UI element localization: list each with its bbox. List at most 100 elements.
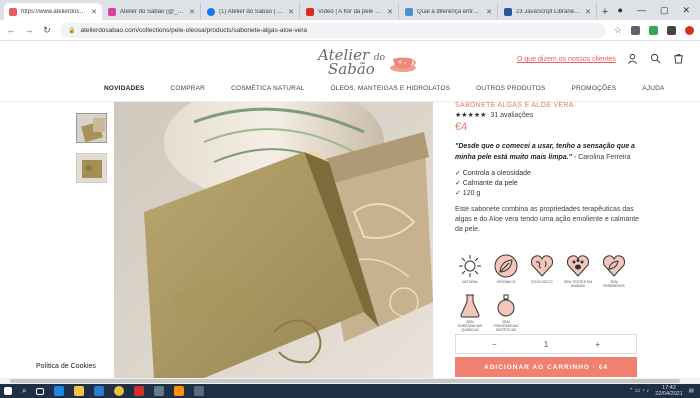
account-icon[interactable]: ● [618,5,623,15]
minimize-button[interactable]: — [637,5,646,15]
main-menu: NOVIDADES COMPRAR COSMÉTICA NATURAL ÓLEO… [0,85,700,101]
url-field[interactable]: 🔒 atelierdosabao.com/collections/pele-ol… [60,22,606,38]
perfume-icon [497,294,515,317]
tab-title: Vídeo | A flor da pele 5 mar... [318,8,383,15]
clock[interactable]: 17:42 22/04/2021 [655,385,683,397]
product-thumbnail[interactable] [76,113,107,143]
browser-tab[interactable]: Atelier do Sabão (@_atelier... ✕ [103,3,201,20]
address-bar-row: ← → ↻ 🔒 atelierdosabao.com/collections/p… [0,20,700,41]
close-tab-icon[interactable]: ✕ [387,8,393,16]
forward-arrow-icon[interactable]: → [24,25,34,35]
testimonials-link[interactable]: O que dizem os nossos clientes [517,56,616,63]
close-tab-icon[interactable]: ✕ [486,8,492,16]
quantity-increase-button[interactable]: + [595,340,600,349]
badge-label: NATURAL [461,280,479,284]
search-icon[interactable] [650,53,661,67]
scrollbar-thumb[interactable] [10,379,680,383]
extensions: ☆ [614,25,694,36]
cart-icon[interactable] [673,53,684,67]
close-tab-icon[interactable]: ✕ [585,8,591,16]
menu-item-novidades[interactable]: NOVIDADES [104,85,144,101]
app-icon[interactable] [194,386,205,396]
close-tab-icon[interactable]: ✕ [91,8,97,16]
chrome-icon[interactable] [114,386,125,396]
product-thumbnail[interactable] [76,153,107,183]
badge-label: SEM TESTES EM ANIMAIS [563,280,593,288]
task-view-icon[interactable] [36,387,45,395]
clock-date: 22/04/2021 [655,391,683,397]
quantity-decrease-button[interactable]: − [492,340,497,349]
product-title: SABONETE ALGAS E ALOE VERA [455,102,574,109]
menu-item-cosmetica[interactable]: COSMÉTICA NATURAL [231,85,304,101]
badge-sem-fragrancias: SEM FRAGRÂNCIAS SINTÉTICAS [491,293,521,332]
maximize-button[interactable]: ▢ [660,5,669,16]
review-count: 31 avaliações [490,111,534,119]
product-price: €4 [455,121,468,133]
browser-tab[interactable]: https://www.atelierdosabao.com ✕ [4,3,102,20]
account-icon[interactable] [627,53,638,67]
wave-icon [405,7,413,16]
feature-item: ✓ Controla a oleosidade [455,170,531,177]
browser-tab[interactable]: (1) Atelier do Sabão | Facebook ✕ [202,3,300,20]
close-window-button[interactable]: ✕ [682,5,690,16]
new-tab-button[interactable]: + [598,3,612,20]
window-controls: ● — ▢ ✕ [618,0,700,20]
flask-icon [460,294,480,318]
illustrator-icon[interactable] [174,386,185,396]
tray-icons[interactable]: ⌃ ▭ ◔ ♪ [629,388,649,394]
browser-tab[interactable]: Vídeo | A flor da pele 5 mar... ✕ [301,3,399,20]
feature-item: ✓ Calmante da pele [455,180,518,187]
file-explorer-icon[interactable] [74,386,85,396]
badge-label: ORGÂNICO [496,280,516,284]
reload-icon[interactable]: ↻ [42,25,52,36]
search-icon[interactable]: ⌕ [22,386,26,396]
notifications-icon[interactable]: ▤ [689,388,694,394]
quantity-value[interactable]: 1 [544,340,548,349]
tab-title: Qual a diferença entre tipos... [417,8,482,15]
extension-icon[interactable] [649,25,658,35]
video-icon [306,7,314,16]
quantity-stepper: − 1 + [455,334,637,354]
profile-avatar[interactable] [685,25,694,35]
badge-label: SEM SUBSTÂNCIAS QUÍMICAS [457,320,483,332]
badge-sem-parabenos: SEM PARABÉNOS [599,253,629,288]
extension-icon[interactable] [667,25,676,35]
soap-photo [114,102,433,378]
menu-item-outros[interactable]: OUTROS PRODUTOS [476,85,545,101]
product-features: ✓ Controla a oleosidade ✓ Calmante da pe… [455,169,655,199]
badge-organico: ORGÂNICO [491,253,521,284]
cookie-policy-link[interactable]: Política de Cookies [36,363,96,370]
site-header: Atelier do Sabão O que dizem os nossos c… [0,41,700,85]
soap-thumbnail-image [77,114,106,142]
site-favicon-icon [9,7,17,16]
browser-tab[interactable]: Qual a diferença entre tipos... ✕ [400,3,498,20]
product-description: Este sabonete combina as propriedades te… [455,206,640,233]
product-rating[interactable]: ★★★★★ 31 avaliações [455,111,655,120]
windows-start-icon[interactable] [4,387,12,395]
menu-item-promocoes[interactable]: PROMOÇÕES [571,85,616,101]
app-icon[interactable] [154,386,165,396]
site-logo[interactable]: Atelier do Sabão [318,46,428,80]
close-tab-icon[interactable]: ✕ [288,8,294,16]
menu-item-oleos[interactable]: ÓLEOS, MANTEIGAS E HIDROLATOS [330,85,450,101]
browser-tab-bar: https://www.atelierdosabao.com ✕ Atelier… [0,0,700,20]
badge-natural: NATURAL [455,253,485,284]
paw-heart-icon [567,255,589,277]
add-to-cart-button[interactable]: ADICIONAR AO CARRINHO · €4 [455,357,637,377]
edge-icon[interactable] [54,386,65,396]
instagram-icon [108,7,116,16]
extension-icon[interactable] [631,25,640,35]
back-arrow-icon[interactable]: ← [6,25,16,35]
close-tab-icon[interactable]: ✕ [189,8,195,16]
star-icon[interactable]: ☆ [614,25,622,36]
earth-heart-icon [531,255,553,277]
tab-title: https://www.atelierdosabao.com [21,8,87,15]
menu-item-ajuda[interactable]: AJUDA [642,85,664,101]
mail-icon[interactable] [94,386,105,396]
badge-ecologico: ECOLÓGICO [527,253,557,284]
product-main-image[interactable] [114,102,433,378]
menu-item-comprar[interactable]: COMPRAR [170,85,205,101]
browser-tab[interactable]: 23 JavaScript Libraries for C... ✕ [499,3,597,20]
acrobat-icon[interactable] [134,386,145,396]
badge-label: ECOLÓGICO [531,280,553,284]
